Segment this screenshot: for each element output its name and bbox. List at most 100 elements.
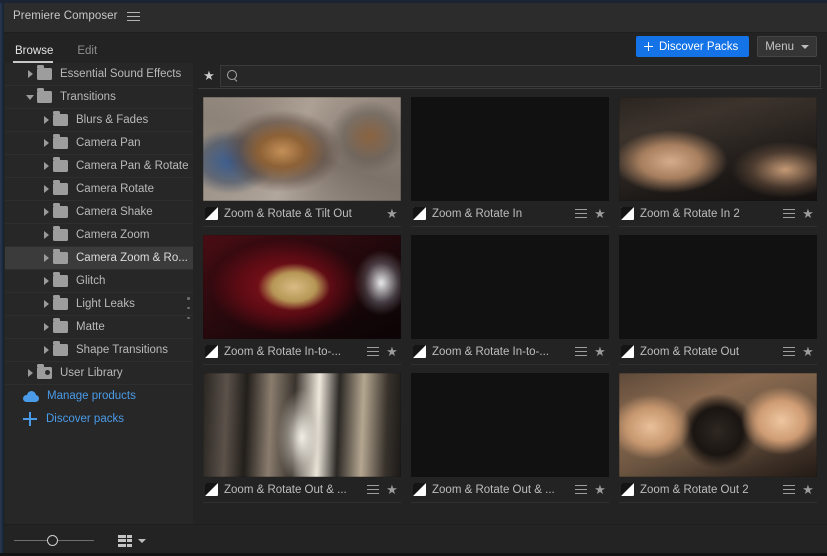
star-glyph: ★ bbox=[802, 205, 814, 221]
discover-packs-button[interactable]: Discover Packs bbox=[635, 36, 750, 57]
chevron-right-icon[interactable] bbox=[39, 254, 53, 262]
preset-card[interactable]: Zoom & Rotate In-to-... ★ bbox=[406, 227, 614, 365]
preset-thumbnail[interactable] bbox=[619, 235, 817, 339]
sidebar-item-label: Camera Zoom bbox=[76, 229, 150, 241]
preset-card[interactable]: Zoom & Rotate In 2 ★ bbox=[614, 89, 822, 227]
chevron-right-icon[interactable] bbox=[39, 277, 53, 285]
preset-card[interactable]: Zoom & Rotate In ★ bbox=[406, 89, 614, 227]
preset-card[interactable]: Zoom & Rotate In-to-... ★ bbox=[198, 227, 406, 365]
star-glyph: ★ bbox=[802, 481, 814, 497]
preset-options-icon[interactable] bbox=[575, 346, 587, 357]
preset-options-icon[interactable] bbox=[783, 208, 795, 219]
sidebar-item-essential-sound-effects[interactable]: Essential Sound Effects bbox=[5, 63, 193, 86]
preset-options-icon[interactable] bbox=[783, 346, 795, 357]
favorite-star-icon[interactable]: ★ bbox=[385, 205, 399, 223]
clip-thumbnail-icon bbox=[205, 345, 218, 358]
favorite-star-icon[interactable]: ★ bbox=[593, 481, 607, 499]
preset-options-icon[interactable] bbox=[367, 484, 379, 495]
chevron-right-icon[interactable] bbox=[23, 70, 37, 78]
preset-thumbnail[interactable] bbox=[411, 373, 609, 477]
preset-card[interactable]: Zoom & Rotate Out & ... ★ bbox=[198, 365, 406, 503]
sidebar-item-camera-zoom-ro[interactable]: Camera Zoom & Ro... bbox=[5, 247, 193, 270]
chevron-right-icon[interactable] bbox=[39, 139, 53, 147]
favorites-filter-button[interactable]: ★ bbox=[198, 63, 220, 89]
favorite-star-icon[interactable]: ★ bbox=[593, 343, 607, 361]
favorite-star-icon[interactable]: ★ bbox=[801, 343, 815, 361]
list-view-icon bbox=[118, 534, 132, 547]
star-icon: ★ bbox=[203, 68, 215, 83]
preset-thumbnail[interactable] bbox=[411, 97, 609, 201]
chevron-right-icon[interactable] bbox=[39, 346, 53, 354]
preset-thumbnail[interactable] bbox=[203, 235, 401, 339]
favorite-star-icon[interactable]: ★ bbox=[385, 343, 399, 361]
thumbnail-image bbox=[411, 235, 609, 339]
chevron-right-icon[interactable] bbox=[39, 208, 53, 216]
star-glyph: ★ bbox=[386, 343, 398, 359]
sidebar-item-blurs-fades[interactable]: Blurs & Fades bbox=[5, 109, 193, 132]
sidebar-item-label: Camera Zoom & Ro... bbox=[76, 252, 188, 264]
preset-options-icon[interactable] bbox=[367, 346, 379, 357]
menu-dropdown-button[interactable]: Menu bbox=[757, 36, 817, 57]
star-glyph: ★ bbox=[802, 343, 814, 359]
sidebar-item-glitch[interactable]: Glitch bbox=[5, 270, 193, 293]
search-field-wrapper[interactable] bbox=[220, 64, 821, 87]
sidebar-item-light-leaks[interactable]: Light Leaks bbox=[5, 293, 193, 316]
chevron-right-icon[interactable] bbox=[39, 116, 53, 124]
preset-card[interactable]: Zoom & Rotate Out ★ bbox=[614, 227, 822, 365]
preset-card-bar: Zoom & Rotate Out ★ bbox=[619, 339, 817, 365]
sidebar-item-transitions[interactable]: Transitions bbox=[5, 86, 193, 109]
clip-thumbnail-icon bbox=[205, 483, 218, 496]
thumbnail-size-slider[interactable] bbox=[14, 534, 94, 548]
sidebar-item-camera-rotate[interactable]: Camera Rotate bbox=[5, 178, 193, 201]
preset-thumbnail[interactable] bbox=[619, 373, 817, 477]
search-input[interactable] bbox=[243, 69, 814, 82]
preset-card-bar: Zoom & Rotate Out & ... ★ bbox=[203, 477, 401, 503]
chevron-right-icon[interactable] bbox=[23, 369, 37, 377]
favorite-star-icon[interactable]: ★ bbox=[801, 205, 815, 223]
sidebar-item-camera-zoom[interactable]: Camera Zoom bbox=[5, 224, 193, 247]
sidebar-item-label: Camera Pan bbox=[76, 137, 141, 149]
chevron-right-icon[interactable] bbox=[39, 300, 53, 308]
chevron-right-icon[interactable] bbox=[39, 162, 53, 170]
chevron-down-icon bbox=[801, 44, 809, 49]
content-area: ★ Zoom & Rotate & Tilt Out ★ Zoom & Rotate… bbox=[198, 63, 822, 524]
favorite-star-icon[interactable]: ★ bbox=[801, 481, 815, 499]
preset-card[interactable]: Zoom & Rotate Out 2 ★ bbox=[614, 365, 822, 503]
toolbar-actions: Discover Packs Menu bbox=[635, 36, 817, 57]
grip-dot bbox=[187, 306, 190, 310]
chevron-right-icon[interactable] bbox=[39, 185, 53, 193]
tab-browse[interactable]: Browse bbox=[13, 45, 61, 63]
preset-options-icon[interactable] bbox=[783, 484, 795, 495]
folder-tree[interactable]: Essential Sound Effects Transitions Blurs … bbox=[5, 63, 193, 524]
preset-thumbnail[interactable] bbox=[619, 97, 817, 201]
slider-knob[interactable] bbox=[47, 535, 58, 546]
preset-options-icon[interactable] bbox=[575, 208, 587, 219]
presets-grid-scroll[interactable]: Zoom & Rotate & Tilt Out ★ Zoom & Rotate I… bbox=[198, 89, 822, 524]
sidebar-item-shape-transitions[interactable]: Shape Transitions bbox=[5, 339, 193, 362]
sidebar-item-camera-pan-rotate[interactable]: Camera Pan & Rotate bbox=[5, 155, 193, 178]
tab-edit[interactable]: Edit bbox=[75, 45, 105, 63]
preset-thumbnail[interactable] bbox=[411, 235, 609, 339]
sidebar-item-camera-shake[interactable]: Camera Shake bbox=[5, 201, 193, 224]
sidebar-resize-grip[interactable] bbox=[187, 297, 191, 319]
preset-thumbnail[interactable] bbox=[203, 97, 401, 201]
panel-menu-icon[interactable] bbox=[126, 11, 140, 22]
chevron-right-icon[interactable] bbox=[39, 323, 53, 331]
preset-thumbnail[interactable] bbox=[203, 373, 401, 477]
chevron-down-icon[interactable] bbox=[23, 94, 37, 100]
favorite-star-icon[interactable]: ★ bbox=[385, 481, 399, 499]
sidebar-item-label: Glitch bbox=[76, 275, 106, 287]
folder-icon bbox=[53, 249, 68, 264]
sidebar-item-matte[interactable]: Matte bbox=[5, 316, 193, 339]
sidebar-item-discover-packs[interactable]: Discover packs bbox=[5, 408, 193, 431]
favorite-star-icon[interactable]: ★ bbox=[593, 205, 607, 223]
preset-options-icon[interactable] bbox=[575, 484, 587, 495]
sidebar-item-manage-products[interactable]: Manage products bbox=[5, 385, 193, 408]
preset-card-bar: Zoom & Rotate & Tilt Out ★ bbox=[203, 201, 401, 227]
sidebar-item-user-library[interactable]: User Library bbox=[5, 362, 193, 385]
preset-card[interactable]: Zoom & Rotate & Tilt Out ★ bbox=[198, 89, 406, 227]
sidebar-item-camera-pan[interactable]: Camera Pan bbox=[5, 132, 193, 155]
chevron-right-icon[interactable] bbox=[39, 231, 53, 239]
preset-card[interactable]: Zoom & Rotate Out & ... ★ bbox=[406, 365, 614, 503]
view-mode-selector[interactable] bbox=[118, 534, 146, 547]
